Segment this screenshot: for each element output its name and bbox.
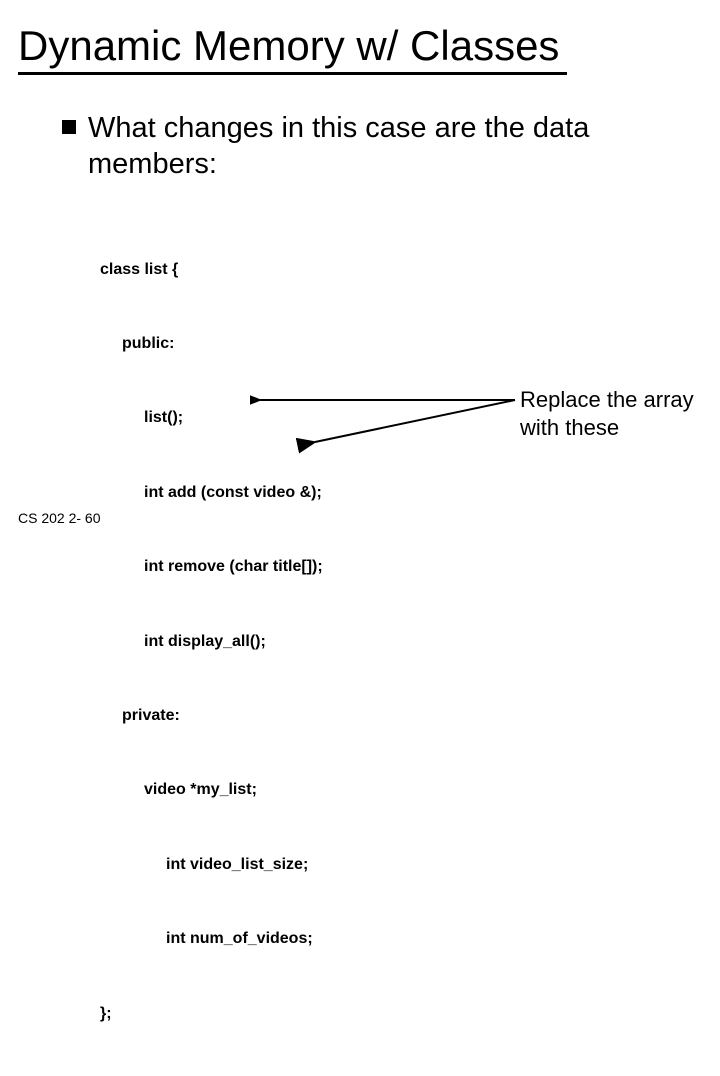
code-line: int display_all(); — [100, 630, 266, 655]
code-line: int remove (char title[]); — [100, 555, 323, 580]
code-line: class list { — [100, 258, 323, 283]
bullet-text: What changes in this case are the data m… — [88, 110, 700, 183]
code-line: video *my_list; — [100, 778, 257, 803]
annotation-line: Replace the array — [520, 386, 694, 414]
slide: Dynamic Memory w/ Classes What changes i… — [0, 0, 720, 540]
code-line: int video_list_size; — [100, 853, 308, 878]
code-line: int num_of_videos; — [100, 927, 313, 952]
code-line: int add (const video &); — [100, 481, 322, 506]
code-line: }; — [100, 1002, 323, 1027]
bullet-icon — [62, 120, 76, 134]
bullet-item: What changes in this case are the data m… — [62, 110, 700, 183]
code-block: class list { public: list(); int add (co… — [100, 208, 323, 1076]
code-line: private: — [100, 704, 180, 729]
code-line: public: — [100, 332, 174, 357]
slide-body: What changes in this case are the data m… — [62, 110, 700, 183]
slide-footer: CS 202 2- 60 — [18, 510, 101, 526]
annotation-line: with these — [520, 414, 694, 442]
code-line: list(); — [100, 406, 183, 431]
annotation: Replace the array with these — [520, 386, 694, 441]
slide-title: Dynamic Memory w/ Classes — [18, 22, 567, 75]
